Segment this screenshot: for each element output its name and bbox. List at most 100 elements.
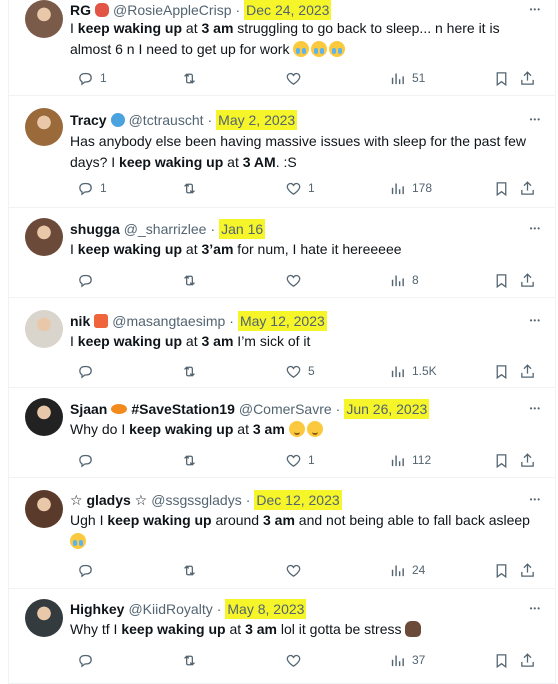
more-icon[interactable]: ••• <box>530 490 541 510</box>
bookmark-button[interactable] <box>493 450 510 470</box>
display-name[interactable]: ☆ gladys ☆ <box>70 490 147 510</box>
tweet-date[interactable]: May 8, 2023 <box>225 599 307 619</box>
retweet-button[interactable] <box>181 270 204 290</box>
more-icon[interactable]: ••• <box>530 0 541 20</box>
avatar[interactable] <box>25 218 63 256</box>
bookmark-button[interactable] <box>493 650 510 670</box>
tweet-date[interactable]: May 12, 2023 <box>237 311 327 331</box>
highlight-keyword: 3 am <box>201 20 234 36</box>
tweet-date[interactable]: Dec 12, 2023 <box>254 490 342 510</box>
like-button[interactable] <box>285 68 308 88</box>
views-button[interactable]: 1.5K <box>389 361 437 381</box>
reply-button[interactable] <box>77 270 100 290</box>
more-icon[interactable]: ••• <box>530 219 541 239</box>
reply-button[interactable] <box>77 450 100 470</box>
user-handle[interactable]: @ssgssgladys <box>151 490 241 510</box>
views-button[interactable]: 24 <box>389 560 425 580</box>
share-button[interactable] <box>519 450 536 470</box>
reply-button[interactable] <box>77 650 100 670</box>
display-name[interactable]: Sjaan <box>70 399 107 419</box>
bookmark-button[interactable] <box>493 68 510 88</box>
tweet[interactable]: nik @masangtaesimp · May 12, 2023 ••• I keep … <box>9 298 555 388</box>
user-handle[interactable]: @_sharrizlee <box>124 219 207 239</box>
display-name[interactable]: shugga <box>70 219 120 239</box>
tweet[interactable]: shugga @_sharrizlee · Jan 16 ••• I keep wakin… <box>9 208 555 298</box>
tweet-header: ☆ gladys ☆ @ssgssgladys · Dec 12, 2023 <box>70 490 342 510</box>
like-button[interactable] <box>285 650 308 670</box>
like-button[interactable] <box>285 560 308 580</box>
text-segment: Why tf I <box>70 621 122 637</box>
display-name[interactable]: Tracy <box>70 110 107 130</box>
like-button[interactable]: 1 <box>285 178 315 198</box>
more-icon[interactable]: ••• <box>530 599 541 619</box>
heart-icon <box>285 452 302 469</box>
reply-button[interactable]: 1 <box>77 178 107 198</box>
tweet-date[interactable]: Dec 24, 2023 <box>244 0 332 20</box>
like-button[interactable]: 1 <box>285 450 315 470</box>
reply-button[interactable]: 1 <box>77 68 107 88</box>
tweet[interactable]: RG @RosieAppleCrisp · Dec 24, 2023 ••• I keep… <box>9 0 555 96</box>
avatar[interactable] <box>25 310 63 348</box>
avatar[interactable] <box>25 398 63 436</box>
views-button[interactable]: 37 <box>389 650 425 670</box>
retweet-button[interactable] <box>181 68 204 88</box>
reply-icon <box>77 562 94 579</box>
user-handle[interactable]: @KiidRoyalty <box>128 599 212 619</box>
text-segment: at <box>225 621 246 637</box>
reply-icon <box>77 452 94 469</box>
tweet[interactable]: Tracy @tctrauscht · May 2, 2023 ••• Has anybo… <box>9 96 555 208</box>
display-name[interactable]: Highkey <box>70 599 124 619</box>
tweet-date[interactable]: Jan 16 <box>219 219 266 239</box>
retweet-icon <box>181 562 198 579</box>
like-button[interactable]: 5 <box>285 361 315 381</box>
tweet[interactable]: Sjaan #SaveStation19 @ComerSavre · Jun 26, 2… <box>9 388 555 478</box>
share-icon <box>519 363 536 380</box>
views-button[interactable]: 178 <box>389 178 432 198</box>
user-handle[interactable]: @tctrauscht <box>129 110 204 130</box>
avatar[interactable] <box>25 599 63 637</box>
display-name[interactable]: RG <box>70 0 91 20</box>
views-button[interactable]: 51 <box>389 68 425 88</box>
bookmark-icon <box>493 272 510 289</box>
bookmark-button[interactable] <box>493 178 510 198</box>
share-button[interactable] <box>519 650 536 670</box>
retweet-button[interactable] <box>181 178 204 198</box>
bookmark-button[interactable] <box>493 560 510 580</box>
display-name[interactable]: nik <box>70 311 90 331</box>
views-count: 112 <box>412 453 432 467</box>
highlight-keyword: 3’am <box>201 241 234 257</box>
avatar[interactable] <box>25 108 63 146</box>
more-icon[interactable]: ••• <box>530 399 541 419</box>
retweet-button[interactable] <box>181 361 204 381</box>
user-handle[interactable]: @RosieAppleCrisp <box>113 0 231 20</box>
tweet[interactable]: Highkey @KiidRoyalty · May 8, 2023 ••• Why tf… <box>9 589 555 684</box>
tweet-date[interactable]: Jun 26, 2023 <box>344 399 430 419</box>
tweet-date[interactable]: May 2, 2023 <box>216 110 298 130</box>
like-button[interactable] <box>285 270 308 290</box>
views-button[interactable]: 112 <box>389 450 431 470</box>
share-button[interactable] <box>519 270 536 290</box>
more-icon[interactable]: ••• <box>530 110 541 130</box>
share-button[interactable] <box>519 68 536 88</box>
avatar[interactable] <box>25 0 63 38</box>
bookmark-button[interactable] <box>493 361 510 381</box>
crying-emoji-icon <box>329 41 346 57</box>
share-button[interactable] <box>519 178 536 198</box>
views-button[interactable]: 8 <box>389 270 419 290</box>
bookmark-icon <box>493 652 510 669</box>
user-handle[interactable]: @masangtaesimp <box>112 311 225 331</box>
avatar[interactable] <box>25 490 63 528</box>
reply-button[interactable] <box>77 560 100 580</box>
bookmark-button[interactable] <box>493 270 510 290</box>
retweet-button[interactable] <box>181 560 204 580</box>
reply-button[interactable] <box>77 361 100 381</box>
share-icon <box>519 180 536 197</box>
retweet-button[interactable] <box>181 450 204 470</box>
retweet-button[interactable] <box>181 650 204 670</box>
tweet-feed: RG @RosieAppleCrisp · Dec 24, 2023 ••• I keep… <box>8 0 556 684</box>
share-button[interactable] <box>519 361 536 381</box>
user-handle[interactable]: @ComerSavre <box>239 399 332 419</box>
more-icon[interactable]: ••• <box>530 311 541 331</box>
share-button[interactable] <box>519 560 536 580</box>
tweet[interactable]: ☆ gladys ☆ @ssgssgladys · Dec 12, 2023 ••• Ug… <box>9 478 555 589</box>
